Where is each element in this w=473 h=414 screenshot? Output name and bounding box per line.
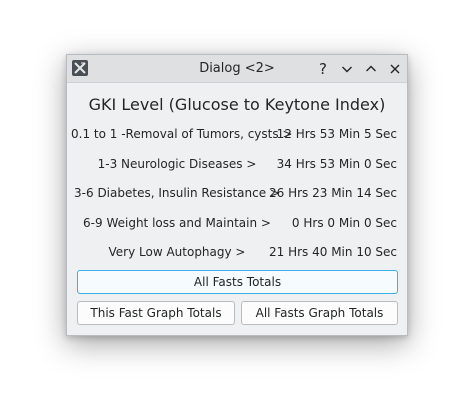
gki-heading: GKI Level (Glucose to Keytone Index)	[88, 95, 386, 114]
all-fasts-graph-totals-label: All Fasts Graph Totals	[255, 306, 384, 320]
titlebar[interactable]: Dialog <2> ?	[67, 55, 407, 83]
all-fasts-graph-totals-button[interactable]: All Fasts Graph Totals	[241, 301, 398, 325]
row-label-weight-loss: 6-9 Weight loss and Maintain >	[83, 216, 271, 230]
this-fast-graph-totals-button[interactable]: This Fast Graph Totals	[77, 301, 235, 325]
help-button[interactable]: ?	[313, 59, 333, 79]
row-label-neurologic: 1-3 Neurologic Diseases >	[97, 157, 257, 171]
row-value-neurologic: 34 Hrs 53 Min 0 Sec	[276, 157, 397, 171]
close-button[interactable]	[385, 59, 405, 79]
dialog-content: GKI Level (Glucose to Keytone Index) 0.1…	[67, 83, 407, 336]
row-label-autophagy: Very Low Autophagy >	[108, 245, 246, 259]
window-title-text: Dialog <2>	[199, 61, 275, 76]
minimize-button[interactable]	[337, 59, 357, 79]
desktop: Dialog <2> ? GKI Level (Glucose to Keyto…	[0, 0, 473, 414]
maximize-button[interactable]	[361, 59, 381, 79]
chevron-up-icon	[366, 65, 376, 72]
row-value-tumors: 12 Hrs 53 Min 5 Sec	[276, 127, 397, 141]
row-value-weight-loss: 0 Hrs 0 Min 0 Sec	[291, 216, 397, 230]
row-value-autophagy: 21 Hrs 40 Min 10 Sec	[269, 245, 397, 259]
chevron-down-icon	[342, 66, 352, 73]
all-fasts-totals-button[interactable]: All Fasts Totals	[77, 270, 398, 294]
help-icon: ?	[319, 60, 327, 78]
close-icon	[390, 64, 400, 74]
row-label-tumors: 0.1 to 1 -Removal of Tumors, cysts >	[71, 127, 293, 141]
this-fast-graph-totals-label: This Fast Graph Totals	[90, 306, 222, 320]
all-fasts-totals-label: All Fasts Totals	[193, 275, 282, 289]
dialog-window: Dialog <2> ? GKI Level (Glucose to Keyto…	[66, 54, 408, 336]
row-value-diabetes: 26 Hrs 23 Min 14 Sec	[269, 186, 397, 200]
row-label-diabetes: 3-6 Diabetes, Insulin Resistance >	[74, 186, 280, 200]
